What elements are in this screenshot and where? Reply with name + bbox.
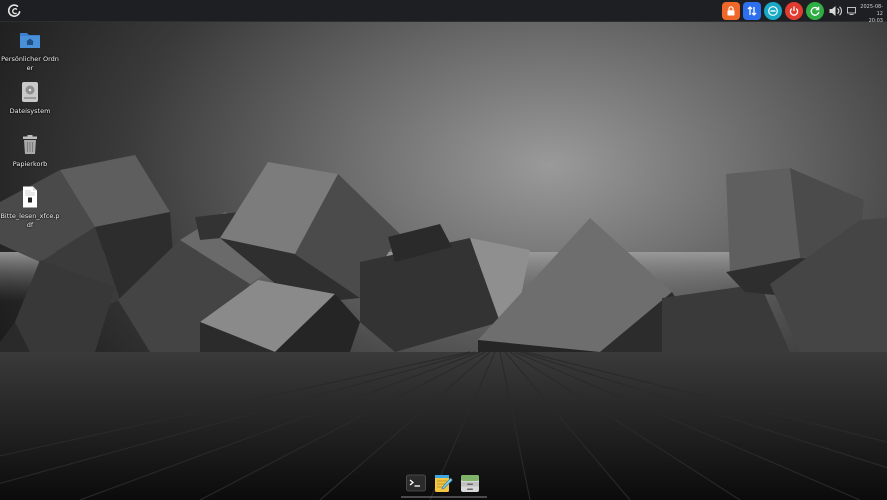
harddisk-icon (22, 82, 38, 102)
dock-item-file-manager[interactable] (459, 472, 481, 494)
file-cabinet-icon (461, 475, 479, 492)
home-folder-icon (20, 33, 40, 48)
dock-active-indicator (401, 496, 487, 498)
suspend-icon[interactable] (764, 2, 782, 20)
display-icon (847, 2, 857, 20)
trash-icon (23, 135, 37, 154)
network-transfer-icon[interactable] (743, 2, 761, 20)
desktop-icon-label: Persönlicher Ordner (1, 55, 59, 72)
desktop-icon-trash[interactable]: Papierkorb (0, 133, 60, 169)
clock-date: 2025-08-12 (860, 4, 883, 17)
system-tray (722, 2, 845, 20)
desktop-wallpaper (0, 22, 887, 500)
lock-screen-icon[interactable] (722, 2, 740, 20)
restart-icon[interactable] (806, 2, 824, 20)
applications-menu-button[interactable] (6, 2, 24, 20)
power-icon[interactable] (785, 2, 803, 20)
desktop-icon-label: Dateisystem (9, 107, 51, 115)
pdf-document-icon (23, 186, 37, 208)
volume-icon[interactable] (827, 2, 845, 20)
dock (401, 472, 487, 496)
dock-item-text-editor[interactable] (432, 472, 454, 494)
clock-time: 20:03 (868, 18, 883, 24)
clock[interactable]: 2025-08-12 20:03 (847, 2, 883, 24)
wallpaper-cubes-art (0, 155, 887, 500)
top-panel: 2025-08-12 20:03 (0, 0, 887, 24)
desktop-icon-readme-pdf[interactable]: Bitte_lesen_xfce.pdf (0, 185, 60, 230)
desktop-icon-home-folder[interactable]: Persönlicher Ordner (0, 28, 60, 73)
terminal-icon (406, 474, 426, 492)
clock-text: 2025-08-12 20:03 (857, 2, 883, 24)
desktop-icon-label: Papierkorb (12, 160, 48, 168)
dock-item-terminal[interactable] (405, 472, 427, 494)
debian-swirl-icon (7, 4, 21, 17)
desktop-icon-label: Bitte_lesen_xfce.pdf (0, 212, 60, 229)
notepad-icon (435, 475, 453, 492)
desktop-icon-filesystem[interactable]: Dateisystem (0, 80, 60, 116)
